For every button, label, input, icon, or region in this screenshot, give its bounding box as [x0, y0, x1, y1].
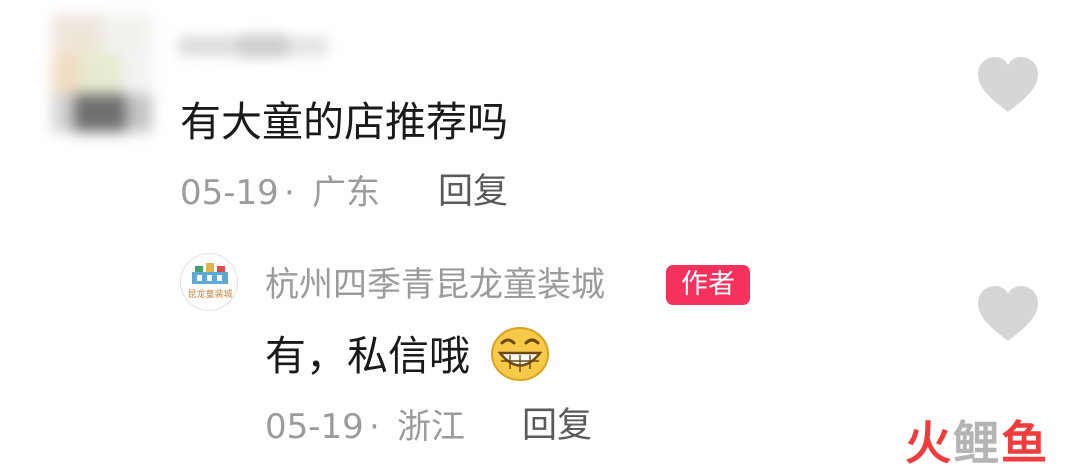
watermark-char: 火	[905, 416, 953, 469]
heart-icon[interactable]	[976, 285, 1040, 343]
meta-separator: ·	[284, 173, 295, 213]
shop-avatar[interactable]: 昆龙童装城	[180, 253, 238, 311]
grinning-face-emoji	[491, 327, 549, 381]
reply-location: 浙江	[397, 407, 465, 447]
watermark-char: 鲤	[953, 416, 1001, 469]
reply-author-name[interactable]: 杭州四季青昆龙童装城	[265, 268, 605, 302]
watermark-logo: 火鲤鱼	[905, 420, 1049, 466]
comment-date: 05-19	[180, 173, 279, 213]
shop-logo-text: 昆龙童装城	[187, 290, 233, 300]
commenter-name[interactable]	[178, 30, 328, 60]
watermark-char: 鱼	[1001, 416, 1049, 469]
heart-icon[interactable]	[976, 56, 1040, 114]
comment-text: 有大童的店推荐吗	[180, 98, 508, 146]
comment-thread: 有大童的店推荐吗 05-19 · 广东 回复 昆龙童装城 杭州四季青昆龙童装城 …	[0, 0, 1080, 469]
comment-location: 广东	[312, 173, 380, 213]
shop-logo	[192, 263, 228, 284]
reply-date: 05-19	[265, 407, 364, 447]
reply-button[interactable]: 回复	[522, 409, 592, 444]
meta-separator: ·	[369, 407, 380, 447]
author-badge: 作者	[666, 265, 750, 305]
commenter-avatar[interactable]	[52, 14, 152, 132]
reply-button[interactable]: 回复	[438, 175, 508, 210]
reply-text: 有，私信哦	[265, 332, 470, 380]
